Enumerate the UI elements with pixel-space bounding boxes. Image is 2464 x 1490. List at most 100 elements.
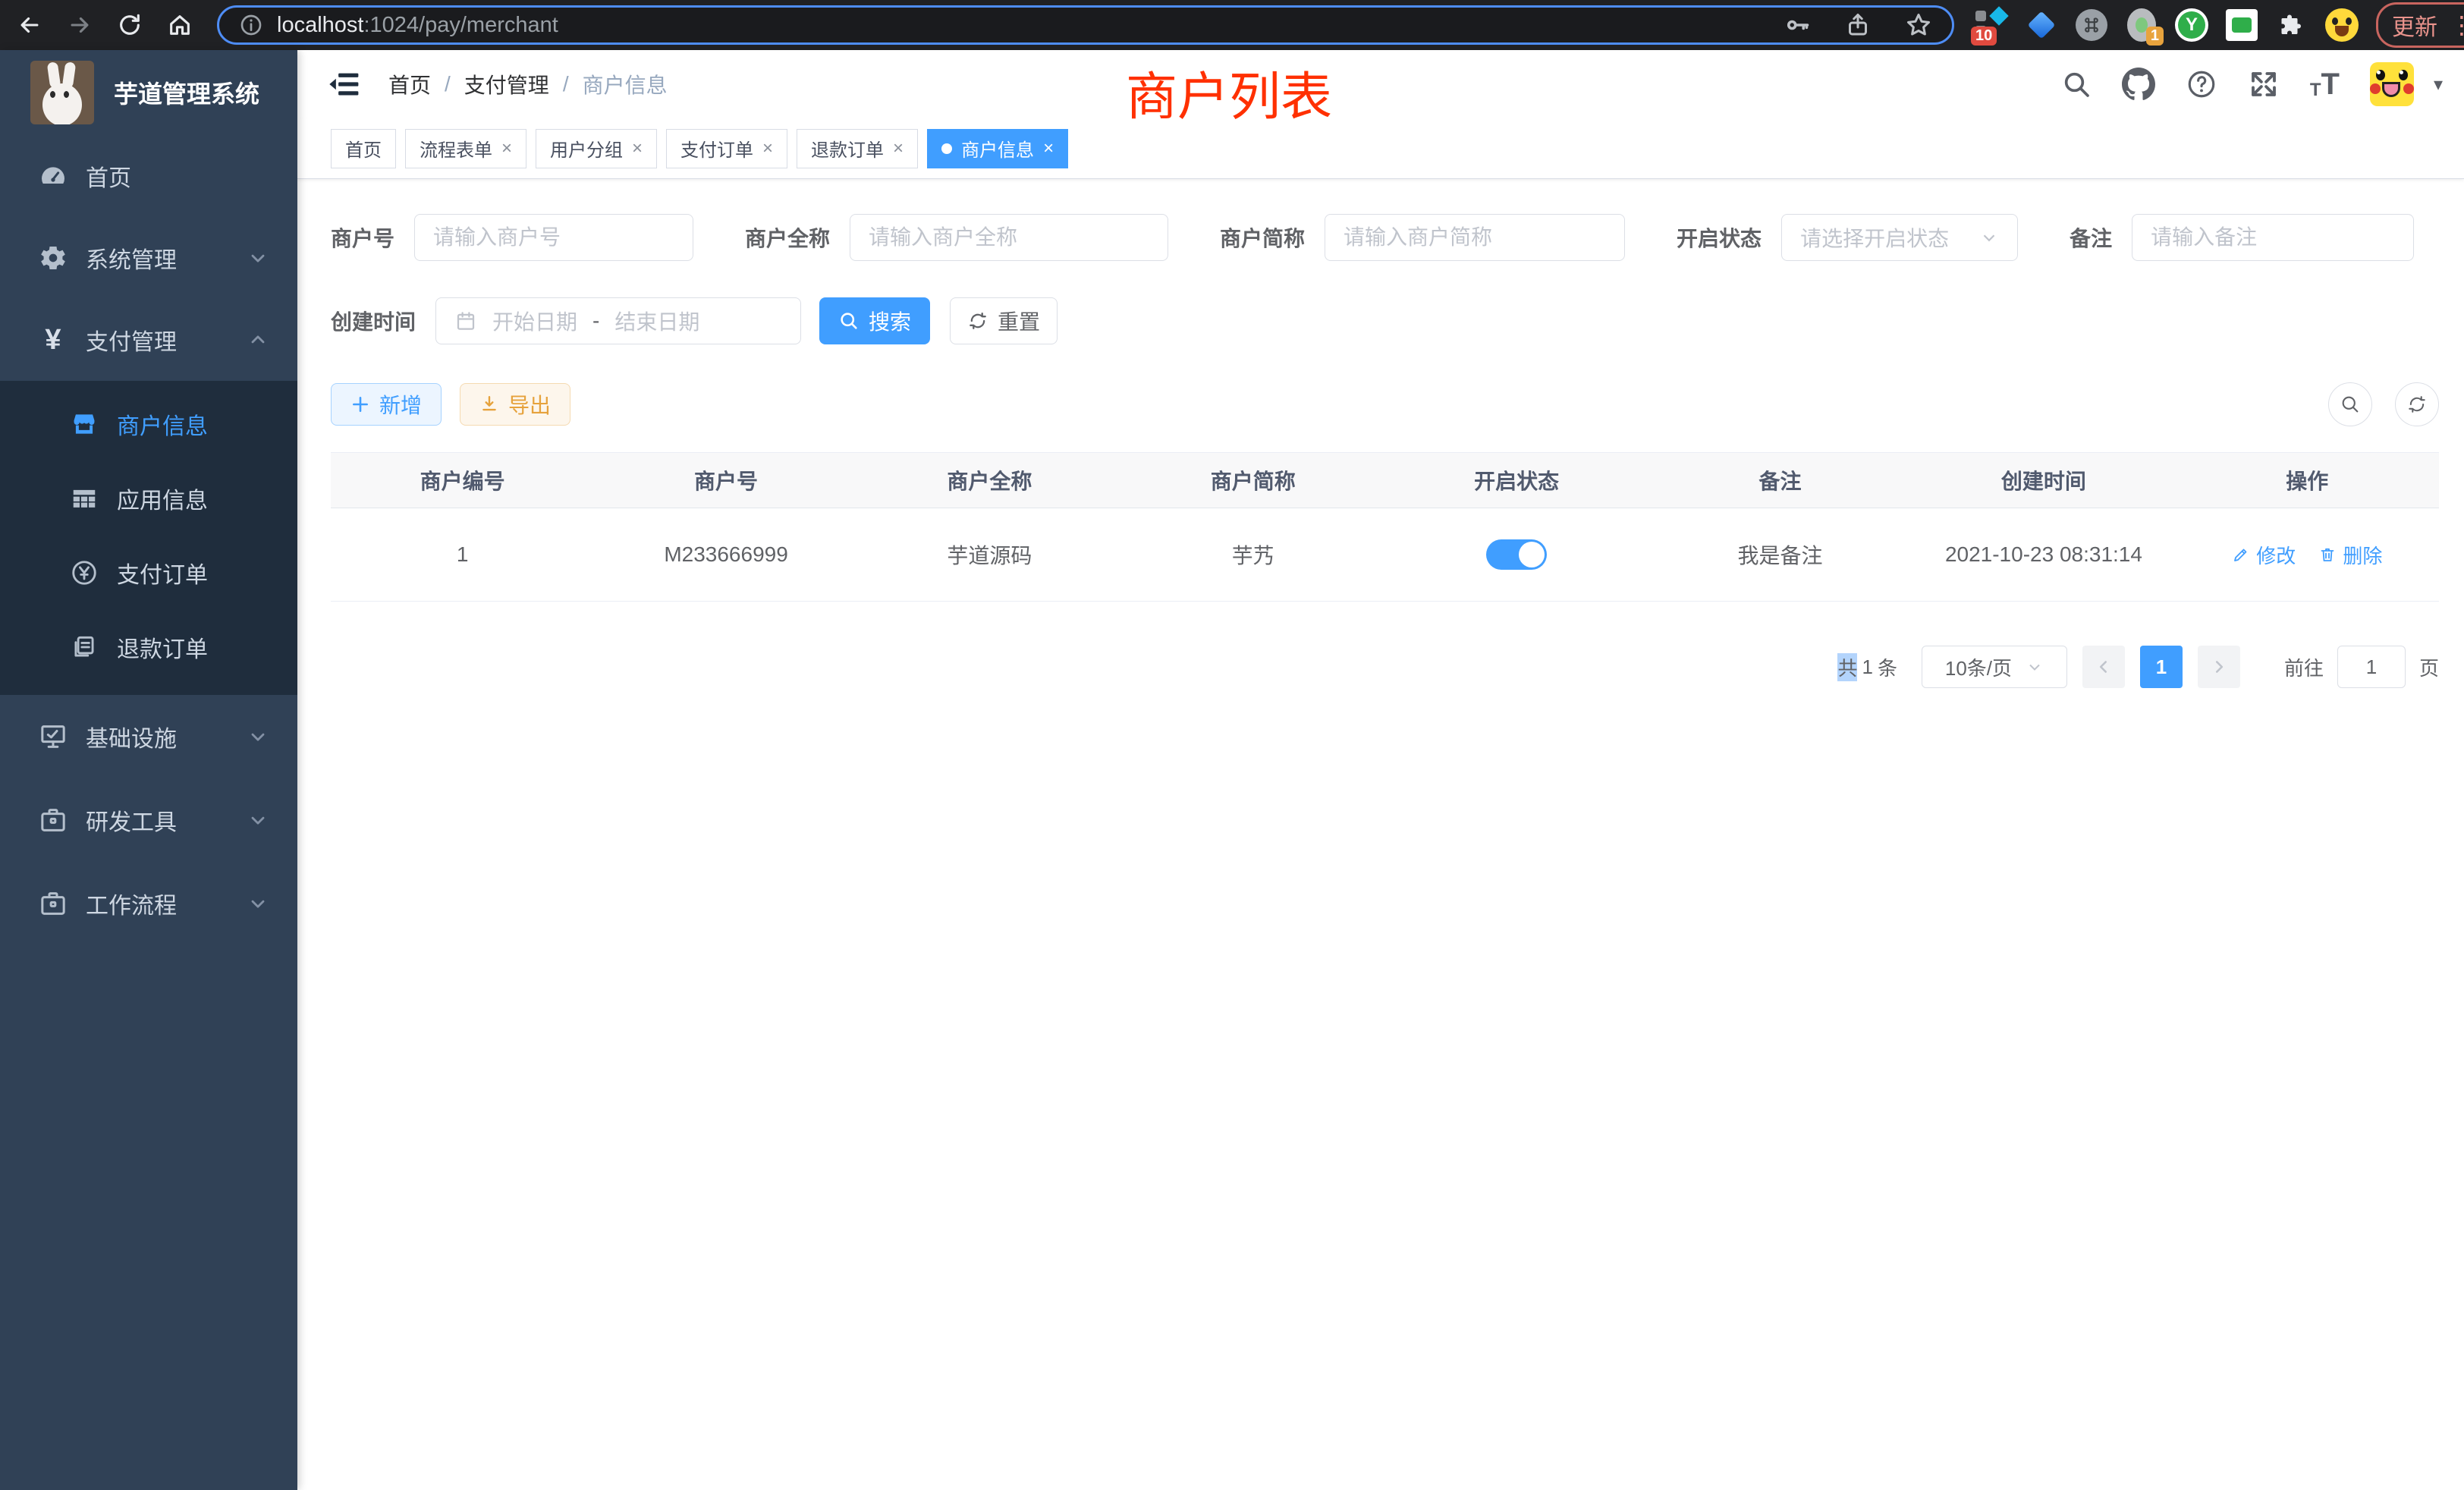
sidebar-item-infrastructure[interactable]: 基础设施 [0, 695, 297, 778]
close-icon[interactable]: × [762, 138, 773, 159]
delete-link[interactable]: 删除 [2318, 541, 2382, 569]
refresh-table-button[interactable] [2395, 382, 2439, 426]
sidebar-item-pay-order[interactable]: 支付订单 [0, 536, 297, 610]
col-short-name: 商户简称 [1121, 453, 1384, 508]
close-icon[interactable]: × [501, 138, 512, 159]
next-page-button[interactable] [2198, 646, 2240, 688]
table-header-row: 商户编号 商户号 商户全称 商户简称 开启状态 备注 创建时间 操作 [331, 452, 2439, 508]
search-icon[interactable] [2061, 69, 2092, 99]
sidebar-item-payment[interactable]: ¥ 支付管理 [0, 299, 297, 381]
site-info-icon[interactable] [239, 13, 263, 37]
breadcrumb-payment[interactable]: 支付管理 [464, 69, 549, 99]
search-button[interactable]: 搜索 [819, 297, 930, 344]
app-logo [30, 61, 94, 124]
sidebar-item-system[interactable]: 系统管理 [0, 217, 297, 299]
briefcase-icon [36, 805, 71, 835]
browser-update-button[interactable]: 更新 ⋮ [2376, 2, 2464, 48]
show-search-toggle-button[interactable] [2328, 382, 2372, 426]
kite-extension-icon[interactable] [2024, 8, 2059, 42]
remark-input[interactable] [2132, 214, 2414, 261]
goto-label: 前往 [2284, 653, 2324, 681]
avatar-caret-icon[interactable]: ▾ [2434, 74, 2443, 96]
back-icon[interactable] [12, 8, 47, 42]
close-icon[interactable]: × [1043, 138, 1054, 159]
pinned-extension-icon[interactable]: 10 [1974, 8, 2009, 42]
sidebar-item-workflow[interactable]: 工作流程 [0, 862, 297, 945]
chevron-down-icon [2026, 658, 2044, 676]
full-name-input[interactable] [850, 214, 1168, 261]
breadcrumb-home[interactable]: 首页 [388, 69, 431, 99]
tab-pay-order[interactable]: 支付订单 × [666, 129, 787, 168]
status-toggle[interactable] [1486, 539, 1547, 570]
merchant-table: 商户编号 商户号 商户全称 商户简称 开启状态 备注 创建时间 操作 1 M23… [331, 452, 2439, 602]
col-merchant-no: 商户号 [594, 453, 857, 508]
create-time-label: 创建时间 [331, 306, 416, 336]
monitor-icon [36, 721, 71, 752]
sidebar-item-refund-order[interactable]: 退款订单 [0, 610, 297, 684]
page-annotation-title: 商户列表 [1126, 55, 1332, 130]
chevron-down-icon [247, 809, 269, 831]
start-date-placeholder[interactable]: 开始日期 [492, 306, 577, 336]
end-date-placeholder[interactable]: 结束日期 [614, 306, 699, 336]
share-icon[interactable] [1844, 11, 1872, 39]
reset-button[interactable]: 重置 [950, 297, 1058, 344]
merchant-no-input[interactable] [414, 214, 693, 261]
update-label: 更新 [2392, 8, 2437, 42]
password-key-icon[interactable] [1784, 11, 1811, 39]
tab-user-group[interactable]: 用户分组 × [536, 129, 657, 168]
page-header: 首页 / 支付管理 / 商户信息 商户列表 TT [297, 50, 2464, 118]
short-name-input[interactable] [1325, 214, 1625, 261]
table-row: 1 M233666999 芋道源码 芋艿 我是备注 2021-10-23 08:… [331, 508, 2439, 601]
tab-process-form[interactable]: 流程表单 × [405, 129, 526, 168]
sidebar-item-dev-tools[interactable]: 研发工具 [0, 778, 297, 862]
tab-merchant-info[interactable]: 商户信息 × [927, 129, 1068, 168]
shop-icon [67, 410, 102, 439]
command-extension-icon[interactable] [2074, 8, 2109, 42]
col-actions: 操作 [2176, 453, 2439, 508]
tab-home[interactable]: 首页 [331, 129, 396, 168]
breadcrumb-current: 商户信息 [583, 69, 668, 99]
close-icon[interactable]: × [632, 138, 643, 159]
goto-page-input[interactable]: 1 [2337, 646, 2406, 688]
goto-suffix: 页 [2419, 653, 2439, 681]
browser-menu-icon[interactable]: ⋮ [2450, 11, 2464, 39]
emoji-avatar-icon[interactable] [2324, 8, 2359, 42]
sidebar-item-app-info[interactable]: 应用信息 [0, 461, 297, 536]
col-merchant-id: 商户编号 [331, 453, 594, 508]
font-size-icon[interactable]: TT [2310, 69, 2340, 99]
chat-extension-icon[interactable] [2224, 8, 2259, 42]
document-copy-icon [67, 633, 102, 662]
edit-link[interactable]: 修改 [2232, 541, 2296, 569]
page-size-select[interactable]: 10条/页 [1922, 646, 2067, 688]
reload-icon[interactable] [112, 8, 147, 42]
main-area: 首页 / 支付管理 / 商户信息 商户列表 TT [297, 50, 2464, 1490]
user-avatar[interactable] [2370, 62, 2414, 106]
bookmark-star-icon[interactable] [1905, 11, 1932, 39]
sidebar-collapse-icon[interactable] [328, 68, 361, 101]
export-button[interactable]: 导出 [460, 383, 570, 426]
profile-extension-icon[interactable]: 1 [2124, 8, 2159, 42]
github-icon[interactable] [2122, 68, 2155, 101]
page-number-1[interactable]: 1 [2140, 646, 2183, 688]
chevron-up-icon [247, 329, 269, 350]
url-bar[interactable]: localhost:1024/pay/merchant [217, 5, 1954, 45]
help-icon[interactable] [2186, 68, 2217, 100]
y-logo-extension-icon[interactable]: Y [2174, 8, 2209, 42]
forward-icon[interactable] [62, 8, 97, 42]
puzzle-extensions-icon[interactable] [2274, 8, 2309, 42]
chevron-down-icon [247, 726, 269, 747]
chevron-down-icon [1979, 228, 1999, 247]
sidebar-item-merchant-info[interactable]: 商户信息 [0, 387, 297, 461]
status-select[interactable]: 请选择开启状态 [1781, 214, 2018, 261]
calendar-icon [454, 310, 477, 332]
prev-page-button[interactable] [2082, 646, 2125, 688]
extensions-row: 10 1 Y [1974, 8, 2359, 42]
close-icon[interactable]: × [893, 138, 904, 159]
tab-refund-order[interactable]: 退款订单 × [797, 129, 918, 168]
pagination: 共 1 条 10条/页 1 前往 1 页 [331, 646, 2439, 688]
add-button[interactable]: 新增 [331, 383, 442, 426]
home-icon[interactable] [162, 8, 197, 42]
fullscreen-icon[interactable] [2248, 68, 2280, 100]
sidebar-item-home[interactable]: 首页 [0, 135, 297, 217]
create-time-range-picker[interactable]: 开始日期 - 结束日期 [435, 297, 801, 344]
